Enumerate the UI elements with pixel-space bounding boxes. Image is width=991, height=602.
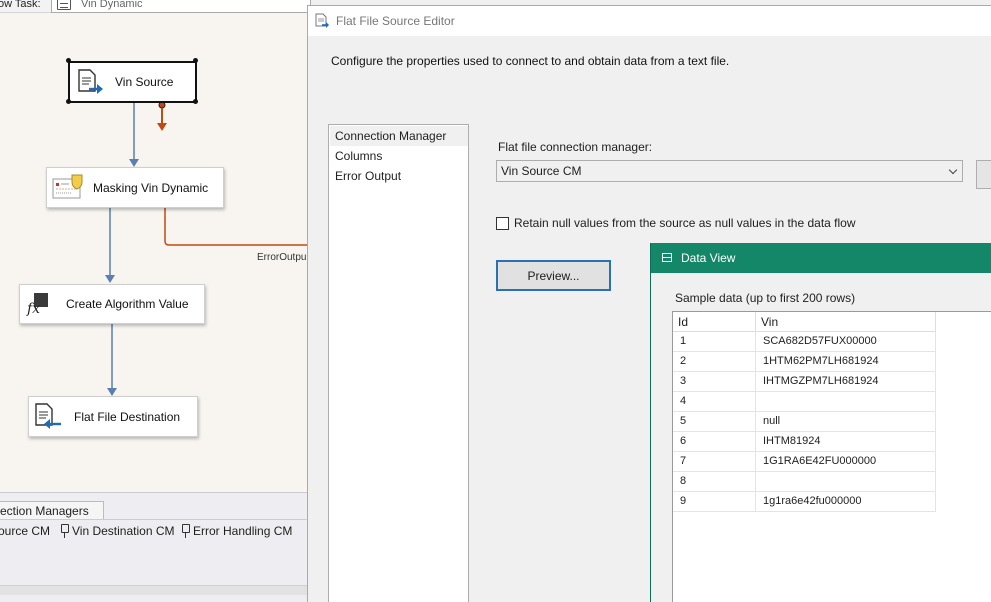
nav-error-output[interactable]: Error Output xyxy=(330,166,468,186)
masking-vin-dynamic-label: Masking Vin Dynamic xyxy=(93,180,209,195)
cell-vin xyxy=(756,472,936,492)
data-flow-task-bar: ow Task: Vin Dynamic xyxy=(0,0,311,13)
table-row[interactable]: 2 1HTM62PM7LH681924 xyxy=(673,352,936,372)
cell-vin: 1HTM62PM7LH681924 xyxy=(756,352,936,372)
connection-managers-tab[interactable]: ection Managers xyxy=(0,501,104,520)
cell-vin: IHTM81924 xyxy=(756,432,936,452)
data-view-title: Data View xyxy=(681,251,736,265)
table-row[interactable]: 9 1g1ra6e42fu000000 xyxy=(673,492,936,512)
connection-manager-select[interactable]: Vin Source CM xyxy=(496,160,963,182)
retain-nulls-option[interactable]: Retain null values from the source as nu… xyxy=(496,216,856,230)
cell-id: 7 xyxy=(673,452,756,472)
cell-id: 4 xyxy=(673,392,756,412)
flat-file-destination-label: Flat File Destination xyxy=(74,409,181,424)
table-row[interactable]: 3 IHTMGZPM7LH681924 xyxy=(673,372,936,392)
connection-plug-icon xyxy=(181,524,190,538)
data-flow-canvas[interactable]: Vin Source Masking Vin Dynamic fx Create… xyxy=(0,13,307,492)
cell-id: 6 xyxy=(673,432,756,452)
table-row[interactable]: 1 SCA682D57FUX00000 xyxy=(673,332,936,352)
table-row[interactable]: 7 1G1RA6E42FU000000 xyxy=(673,452,936,472)
cell-id: 8 xyxy=(673,472,756,492)
cell-id: 5 xyxy=(673,412,756,432)
cell-vin: 1G1RA6E42FU000000 xyxy=(756,452,936,472)
chevron-down-icon xyxy=(948,165,958,175)
flat-file-source-icon xyxy=(78,69,103,94)
connection-manager-label: ource CM xyxy=(0,524,51,538)
data-flow-task-label: ow Task: xyxy=(0,0,41,10)
data-flow-task-combo[interactable]: Vin Dynamic xyxy=(51,0,311,13)
cell-id: 1 xyxy=(673,332,756,352)
vin-source-label: Vin Source xyxy=(115,75,174,89)
connection-plug-icon xyxy=(60,524,69,538)
connection-manager-value: Vin Source CM xyxy=(501,164,582,178)
cell-vin: 1g1ra6e42fu000000 xyxy=(756,492,936,512)
path-arrowhead xyxy=(107,388,117,396)
flat-file-source-icon xyxy=(315,13,329,28)
table-row[interactable]: 5 null xyxy=(673,412,936,432)
package-designer: ow Task: Vin Dynamic Vin Source Masking … xyxy=(0,0,311,602)
dialog-description: Configure the properties used to connect… xyxy=(331,54,730,68)
masking-component-icon xyxy=(52,174,83,199)
selection-handle[interactable] xyxy=(66,58,71,63)
path-arrowhead xyxy=(105,275,115,283)
cell-vin: null xyxy=(756,412,936,432)
masking-error-path[interactable] xyxy=(164,208,307,246)
retain-nulls-checkbox[interactable] xyxy=(496,216,509,230)
svg-text:fx: fx xyxy=(26,301,40,317)
cell-id: 3 xyxy=(673,372,756,392)
table-row[interactable]: 4 xyxy=(673,392,936,412)
vin-source-node[interactable]: Vin Source xyxy=(68,61,197,103)
derived-column-icon: fx xyxy=(26,293,48,317)
cell-vin xyxy=(756,392,936,412)
connection-manager-label: Flat file connection manager: xyxy=(498,140,653,154)
data-view-title-bar[interactable]: Data View xyxy=(651,243,991,273)
nav-columns[interactable]: Columns xyxy=(330,146,468,166)
flat-file-destination-node[interactable]: Flat File Destination xyxy=(28,396,198,437)
data-flow-task-value: Vin Dynamic xyxy=(81,0,143,10)
cell-vin: IHTMGZPM7LH681924 xyxy=(756,372,936,392)
dialog-title-bar[interactable]: Flat File Source Editor xyxy=(308,6,991,36)
retain-nulls-label: Retain null values from the source as nu… xyxy=(514,216,856,230)
connection-manager-item[interactable]: ource CM xyxy=(0,524,50,538)
selection-handle[interactable] xyxy=(193,99,198,104)
data-flow-task-icon xyxy=(57,0,71,10)
sample-data-label: Sample data (up to first 200 rows) xyxy=(675,291,856,305)
selection-handle[interactable] xyxy=(193,58,198,63)
path-arrowhead xyxy=(129,159,139,167)
table-row[interactable]: 6 IHTM81924 xyxy=(673,432,936,452)
connection-manager-item[interactable]: Vin Destination CM xyxy=(60,524,175,538)
flat-file-destination-icon xyxy=(35,403,61,429)
connection-manager-label: Vin Destination CM xyxy=(72,524,175,538)
error-arrowhead xyxy=(157,123,167,131)
connection-manager-label: Error Handling CM xyxy=(193,524,293,538)
create-algorithm-value-label: Create Algorithm Value xyxy=(66,297,189,311)
cell-id: 2 xyxy=(673,352,756,372)
data-view-icon xyxy=(662,253,672,262)
nav-connection-manager[interactable]: Connection Manager xyxy=(330,126,468,146)
selection-handle[interactable] xyxy=(66,99,71,104)
connection-managers-pane: ection Managers ource CM Vin Destination… xyxy=(0,492,307,602)
data-view-window: Data View Sample data (up to first 200 r… xyxy=(650,243,991,602)
preview-button[interactable]: Preview... xyxy=(496,260,611,291)
column-header-vin[interactable]: Vin xyxy=(756,312,936,332)
column-header-id[interactable]: Id xyxy=(673,312,756,332)
cell-vin: SCA682D57FUX00000 xyxy=(756,332,936,352)
editor-navigation-list: Connection Manager Columns Error Output xyxy=(328,124,469,602)
create-algorithm-value-node[interactable]: fx Create Algorithm Value xyxy=(19,284,205,324)
horizontal-scrollbar[interactable] xyxy=(0,585,307,595)
error-output-label: ErrorOutpu xyxy=(257,252,307,263)
connection-manager-item[interactable]: Error Handling CM xyxy=(181,524,292,538)
new-connection-button[interactable] xyxy=(976,160,991,189)
tab-divider xyxy=(0,519,307,520)
dialog-title: Flat File Source Editor xyxy=(336,14,455,28)
cell-id: 9 xyxy=(673,492,756,512)
table-row[interactable]: 8 xyxy=(673,472,936,492)
masking-vin-dynamic-node[interactable]: Masking Vin Dynamic xyxy=(46,167,224,208)
sample-data-grid[interactable]: Id Vin 1 SCA682D57FUX00000 2 1HTM62PM7LH… xyxy=(672,311,991,602)
